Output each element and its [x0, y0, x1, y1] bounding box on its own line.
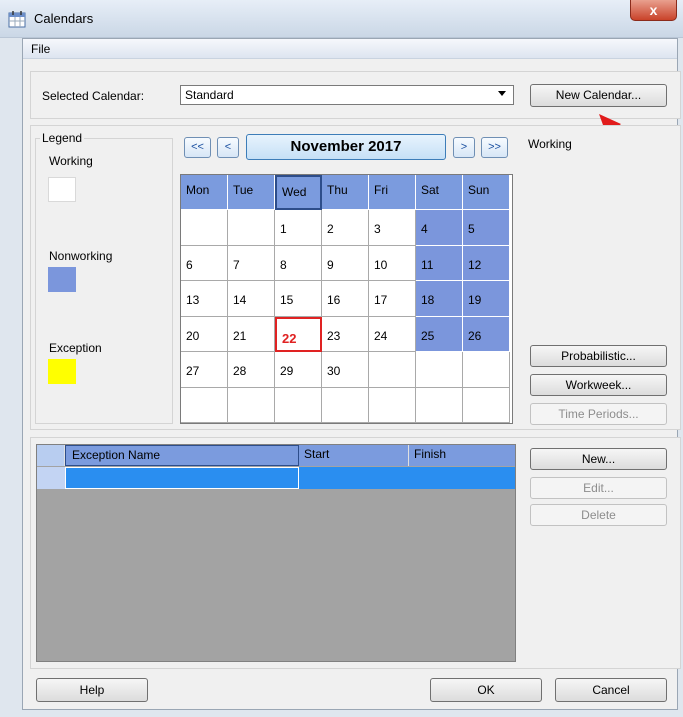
month-calendar: Mon Tue Wed Thu Fri Sat Sun 1 2 3 4 5 6 7 8 9 10 11 12 13 14…	[180, 174, 513, 424]
workweek-button[interactable]: Workweek...	[530, 374, 667, 396]
calendar-day-cell[interactable]	[416, 387, 463, 423]
calendar-day-cell[interactable]	[322, 387, 369, 423]
selected-calendar-label: Selected Calendar:	[42, 89, 145, 103]
legend-nonworking-label: Nonworking	[49, 249, 113, 263]
calendar-day-cell[interactable]: 30	[322, 352, 369, 388]
weekday-header[interactable]: Tue	[228, 175, 275, 210]
calendar-day-cell[interactable]: 3	[369, 210, 416, 246]
calendar-day-cell[interactable]: 17	[369, 281, 416, 317]
calendar-day-cell[interactable]: 10	[369, 245, 416, 281]
new-calendar-button[interactable]: New Calendar...	[530, 84, 667, 107]
row-selector[interactable]	[37, 467, 66, 489]
next-month-button[interactable]: >	[453, 137, 475, 158]
calendar-day-cell[interactable]	[228, 210, 275, 246]
ok-button[interactable]: OK	[430, 678, 542, 702]
legend-working-label: Working	[49, 154, 93, 168]
legend-exception-swatch	[48, 359, 76, 384]
column-header-finish[interactable]: Finish	[409, 445, 515, 466]
weekday-header[interactable]: Sat	[416, 175, 463, 210]
last-month-button[interactable]: >>	[481, 137, 508, 158]
calendar-day-cell[interactable]: 4	[416, 210, 463, 246]
menu-bar	[23, 39, 677, 59]
calendar-day-cell[interactable]: 12	[463, 245, 510, 281]
calendar-day-cell[interactable]	[275, 387, 322, 423]
calendar-day-cell[interactable]: 26	[463, 316, 510, 352]
time-periods-button[interactable]: Time Periods...	[530, 403, 667, 425]
weekday-header[interactable]: Mon	[181, 175, 228, 210]
calendar-icon	[8, 11, 26, 28]
window-title: Calendars	[34, 11, 94, 26]
close-button[interactable]: x	[630, 0, 677, 21]
calendar-day-cell[interactable]	[369, 352, 416, 388]
calendar-day-cell[interactable]: 2	[322, 210, 369, 246]
prev-month-button[interactable]: <	[217, 137, 239, 158]
month-title[interactable]: November 2017	[246, 134, 446, 160]
calendar-day-cell[interactable]	[463, 352, 510, 388]
probabilistic-button[interactable]: Probabilistic...	[530, 345, 667, 367]
calendar-grid: Mon Tue Wed Thu Fri Sat Sun 1 2 3 4 5 6 7 8 9 10 11 12 13 14…	[181, 175, 512, 423]
new-exception-button[interactable]: New...	[530, 448, 667, 470]
calendar-day-cell[interactable]: 1	[275, 210, 322, 246]
legend-title: Legend	[40, 131, 85, 145]
first-month-button[interactable]: <<	[184, 137, 211, 158]
calendar-day-cell[interactable]	[181, 387, 228, 423]
calendar-day-cell[interactable]: 24	[369, 316, 416, 352]
calendar-day-cell[interactable]: 20	[181, 316, 228, 352]
menu-file[interactable]: File	[31, 42, 50, 56]
calendar-day-cell[interactable]: 21	[228, 316, 275, 352]
legend-nonworking-swatch	[48, 267, 76, 292]
close-icon: x	[649, 2, 658, 18]
row-header-corner	[37, 445, 65, 466]
calendar-day-cell[interactable]: 5	[463, 210, 510, 246]
calendar-day-cell[interactable]: 14	[228, 281, 275, 317]
calendar-day-cell[interactable]: 7	[228, 245, 275, 281]
exceptions-table[interactable]: Exception Name Start Finish	[36, 444, 516, 662]
calendar-day-cell[interactable]	[369, 387, 416, 423]
chevron-down-icon[interactable]	[498, 91, 506, 96]
calendar-day-cell[interactable]: 15	[275, 281, 322, 317]
edit-exception-button[interactable]: Edit...	[530, 477, 667, 499]
calendar-day-cell[interactable]	[181, 210, 228, 246]
calendar-day-cell[interactable]: 28	[228, 352, 275, 388]
weekday-header[interactable]: Sun	[463, 175, 510, 210]
cancel-button[interactable]: Cancel	[555, 678, 667, 702]
calendar-day-cell[interactable]: 29	[275, 352, 322, 388]
calendar-day-cell[interactable]: 9	[322, 245, 369, 281]
legend-exception-label: Exception	[49, 341, 102, 355]
calendar-day-cell[interactable]: 11	[416, 245, 463, 281]
exception-name-cell[interactable]	[65, 467, 299, 489]
calendar-day-cell[interactable]: 22	[275, 316, 322, 352]
legend-working-swatch	[48, 177, 76, 202]
calendar-day-cell[interactable]	[463, 387, 510, 423]
calendar-day-cell[interactable]: 16	[322, 281, 369, 317]
delete-exception-button[interactable]: Delete	[530, 504, 667, 526]
column-header-exception-name[interactable]: Exception Name	[65, 445, 299, 466]
help-button[interactable]: Help	[36, 678, 148, 702]
calendar-day-cell[interactable]: 19	[463, 281, 510, 317]
title-bar	[0, 0, 683, 38]
calendar-select-value: Standard	[185, 88, 234, 102]
calendar-day-cell[interactable]: 27	[181, 352, 228, 388]
calendar-day-cell[interactable]: 18	[416, 281, 463, 317]
calendar-day-cell[interactable]: 6	[181, 245, 228, 281]
column-header-start[interactable]: Start	[299, 445, 409, 466]
weekday-header[interactable]: Fri	[369, 175, 416, 210]
calendar-day-cell[interactable]: 8	[275, 245, 322, 281]
working-status-label: Working	[528, 137, 572, 151]
table-row[interactable]	[37, 467, 515, 489]
calendar-day-cell[interactable]	[416, 352, 463, 388]
calendar-day-cell[interactable]: 13	[181, 281, 228, 317]
calendar-day-cell[interactable]	[228, 387, 275, 423]
weekday-header[interactable]: Wed	[275, 175, 322, 210]
calendar-day-cell[interactable]: 25	[416, 316, 463, 352]
calendar-day-cell[interactable]: 23	[322, 316, 369, 352]
weekday-header[interactable]: Thu	[322, 175, 369, 210]
